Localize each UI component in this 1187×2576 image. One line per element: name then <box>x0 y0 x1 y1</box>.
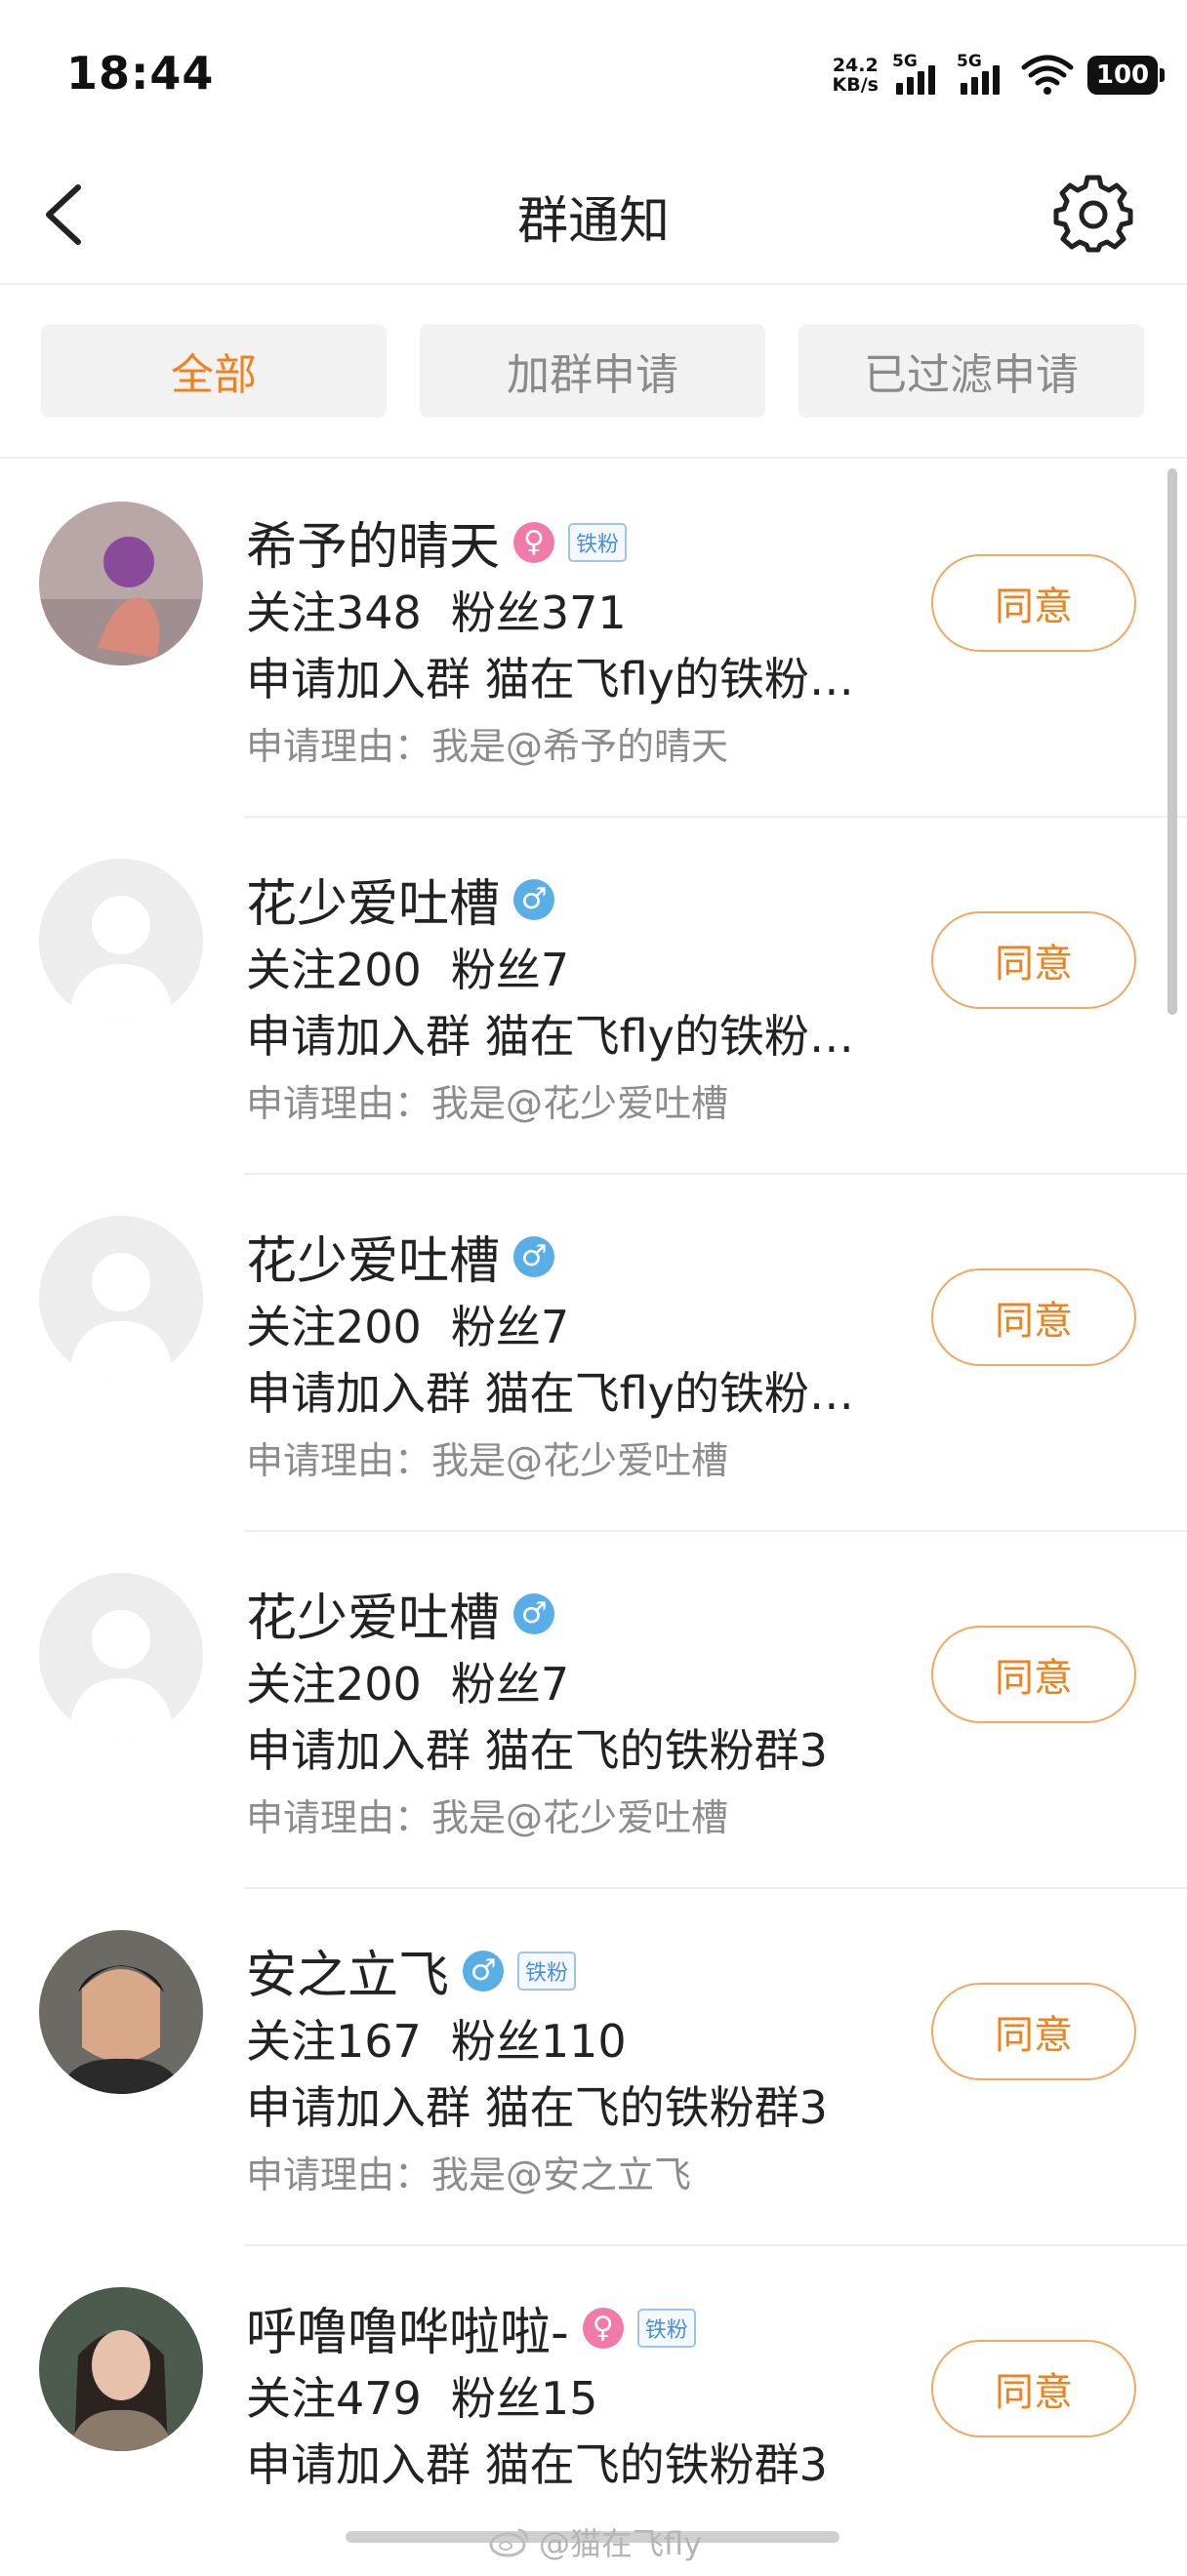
user-stats: 关注200 粉丝7 <box>246 1292 569 1356</box>
fan-badge: 铁粉 <box>517 1951 577 1991</box>
signal-icon-sim2: 5G <box>957 52 1007 99</box>
request-reason: 申请理由：我是@花少爱吐槽 <box>246 1796 729 1839</box>
avatar[interactable] <box>39 859 203 1023</box>
fans-count: 粉丝7 <box>450 1301 570 1353</box>
settings-gear-icon[interactable] <box>1052 174 1134 256</box>
user-name[interactable]: 花少爱吐槽 <box>246 1577 500 1650</box>
agree-button[interactable]: 同意 <box>931 1983 1136 2080</box>
request-reason: 申请理由：我是@希予的晴天 <box>246 725 729 768</box>
status-time: 18:44 <box>66 47 215 100</box>
user-name[interactable]: 花少爱吐槽 <box>246 863 500 936</box>
fans-count: 粉丝15 <box>450 2372 598 2425</box>
fans-count: 粉丝110 <box>450 2015 627 2068</box>
following-count: 关注200 <box>246 1301 422 1353</box>
wifi-icon <box>1021 55 1074 95</box>
scrollbar[interactable] <box>1167 468 1177 1015</box>
agree-button[interactable]: 同意 <box>931 1268 1136 1366</box>
list-item[interactable]: 花少爱吐槽 ♂ 关注200 粉丝7 申请加入群 猫在飞fly的铁粉… 申请理由：… <box>0 818 1187 1175</box>
avatar[interactable] <box>39 2287 203 2451</box>
list-item[interactable]: 希予的晴天 ♀ 铁粉 关注348 粉丝371 申请加入群 猫在飞fly的铁粉… … <box>0 461 1187 818</box>
user-name-row: 花少爱吐槽 ♂ <box>246 863 555 936</box>
list-item[interactable]: 安之立飞 ♂ 铁粉 关注167 粉丝110 申请加入群 猫在飞的铁粉群3 申请理… <box>0 1889 1187 2246</box>
fan-badge: 铁粉 <box>568 522 628 562</box>
list-item[interactable]: 花少爱吐槽 ♂ 关注200 粉丝7 申请加入群 猫在飞fly的铁粉… 申请理由：… <box>0 1175 1187 1532</box>
signal-icon-sim1: 5G <box>892 52 943 99</box>
tab-filtered-requests[interactable]: 已过滤申请 <box>798 324 1144 418</box>
user-stats: 关注348 粉丝371 <box>246 578 627 642</box>
status-icons: 24.2 KB/s 5G 5G 100 <box>833 51 1165 100</box>
request-group: 申请加入群 猫在飞的铁粉群3 <box>246 2081 828 2134</box>
following-count: 关注200 <box>246 944 422 996</box>
request-list: 希予的晴天 ♀ 铁粉 关注348 粉丝371 申请加入群 猫在飞fly的铁粉… … <box>0 461 1187 2576</box>
request-group: 申请加入群 猫在飞fly的铁粉… <box>246 1010 854 1063</box>
agree-button[interactable]: 同意 <box>931 1626 1136 1723</box>
fans-count: 粉丝7 <box>450 1658 570 1711</box>
user-name-row: 希予的晴天 ♀ 铁粉 <box>246 505 628 579</box>
page-title: 群通知 <box>516 192 670 251</box>
male-gender-icon: ♂ <box>513 1235 555 1277</box>
avatar[interactable] <box>39 1216 203 1380</box>
request-group: 申请加入群 猫在飞的铁粉群3 <box>246 2438 828 2491</box>
request-group: 申请加入群 猫在飞的铁粉群3 <box>246 1724 828 1777</box>
male-gender-icon: ♂ <box>513 1592 555 1634</box>
network-speed-unit: KB/s <box>832 74 879 96</box>
weibo-logo-icon <box>489 2528 529 2557</box>
fans-count: 粉丝371 <box>450 586 627 639</box>
default-avatar-icon <box>39 1573 203 1737</box>
default-avatar-icon <box>39 859 203 1023</box>
fans-count: 粉丝7 <box>450 944 570 996</box>
male-gender-icon: ♂ <box>463 1950 505 1992</box>
user-stats: 关注200 粉丝7 <box>246 935 569 999</box>
following-count: 关注479 <box>246 2372 422 2425</box>
user-name[interactable]: 希予的晴天 <box>246 505 500 579</box>
tab-all[interactable]: 全部 <box>41 324 387 418</box>
sim2-network-type: 5G <box>957 52 982 71</box>
group-notifications-screen: 18:44 24.2 KB/s 5G 5G 100 群通知 全部 加群申请 已过… <box>0 0 1187 2576</box>
user-stats: 关注167 粉丝110 <box>246 2006 627 2071</box>
watermark-text: @猫在飞fly <box>539 2525 703 2562</box>
watermark: @猫在飞fly <box>488 2519 702 2564</box>
filter-tabs: 全部 加群申请 已过滤申请 <box>0 287 1187 459</box>
request-reason: 申请理由：我是@花少爱吐槽 <box>246 1439 729 1482</box>
nav-header: 群通知 <box>0 146 1187 285</box>
list-item[interactable]: 花少爱吐槽 ♂ 关注200 粉丝7 申请加入群 猫在飞的铁粉群3 申请理由：我是… <box>0 1532 1187 1889</box>
avatar[interactable] <box>39 502 203 665</box>
status-bar: 18:44 24.2 KB/s 5G 5G 100 <box>0 0 1187 146</box>
user-name[interactable]: 花少爱吐槽 <box>246 1220 500 1293</box>
avatar[interactable] <box>39 1573 203 1737</box>
request-group: 申请加入群 猫在飞fly的铁粉… <box>246 653 854 705</box>
male-gender-icon: ♂ <box>513 878 555 920</box>
battery-icon: 100 <box>1087 56 1165 95</box>
user-stats: 关注479 粉丝15 <box>246 2363 597 2428</box>
request-reason: 申请理由：我是@安之立飞 <box>246 2153 692 2196</box>
female-gender-icon: ♀ <box>513 521 555 563</box>
agree-button[interactable]: 同意 <box>931 2340 1136 2437</box>
user-name-row: 安之立飞 ♂ 铁粉 <box>246 1934 577 2007</box>
user-name[interactable]: 呼噜噜哗啦啦- <box>246 2291 569 2364</box>
network-speed: 24.2 KB/s <box>833 56 879 95</box>
following-count: 关注348 <box>246 586 422 639</box>
user-name-row: 花少爱吐槽 ♂ <box>246 1577 555 1650</box>
female-gender-icon: ♀ <box>582 2307 624 2349</box>
following-count: 关注200 <box>246 1658 422 1711</box>
fan-badge: 铁粉 <box>636 2308 696 2348</box>
request-group: 申请加入群 猫在飞fly的铁粉… <box>246 1367 854 1420</box>
user-name[interactable]: 安之立飞 <box>246 1934 449 2007</box>
default-avatar-icon <box>39 1216 203 1380</box>
user-name-row: 花少爱吐槽 ♂ <box>246 1220 555 1293</box>
request-reason: 申请理由：我是@花少爱吐槽 <box>246 1082 729 1125</box>
user-stats: 关注200 粉丝7 <box>246 1649 569 1713</box>
network-speed-value: 24.2 <box>832 55 879 76</box>
sim1-network-type: 5G <box>892 52 918 71</box>
tab-join-requests[interactable]: 加群申请 <box>420 324 765 418</box>
agree-button[interactable]: 同意 <box>931 911 1136 1009</box>
following-count: 关注167 <box>246 2015 422 2068</box>
user-name-row: 呼噜噜哗啦啦- ♀ 铁粉 <box>246 2291 696 2364</box>
agree-button[interactable]: 同意 <box>931 554 1136 652</box>
avatar[interactable] <box>39 1930 203 2094</box>
